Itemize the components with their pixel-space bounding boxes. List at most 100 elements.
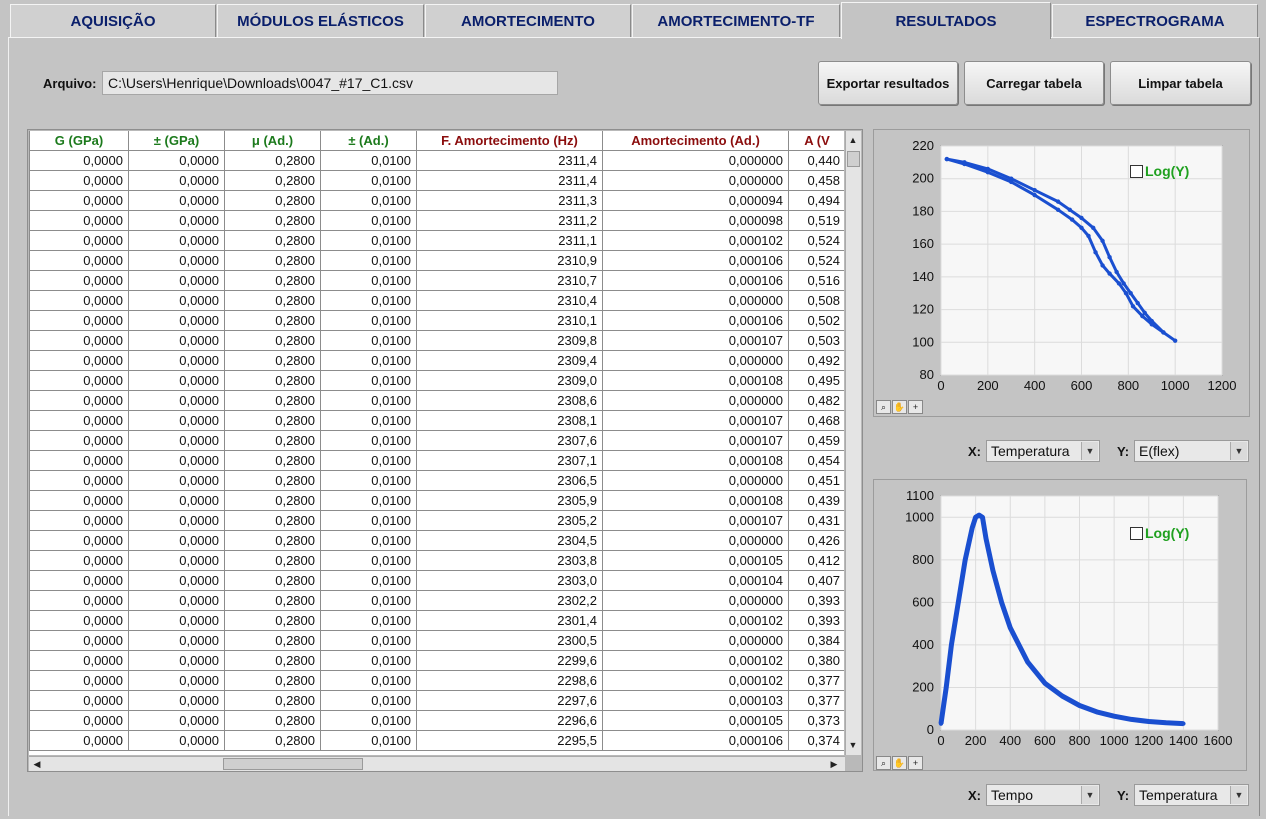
- scroll-up-arrow-icon[interactable]: ▲: [846, 133, 860, 147]
- table-row[interactable]: 0,0000 0,0000 0,2800 0,0100 2296,6 0,000105 0,…: [29, 711, 844, 731]
- pan-hand-icon[interactable]: ✋: [892, 756, 907, 770]
- table-cell: 0,000107: [603, 331, 789, 351]
- table-row[interactable]: 0,0000 0,0000 0,2800 0,0100 2309,8 0,000107 0,…: [29, 331, 844, 351]
- table-header-row: G (GPa) ± (GPa) μ (Ad.) ± (Ad.) F. Amortecim…: [29, 131, 844, 151]
- table-row[interactable]: 0,0000 0,0000 0,2800 0,0100 2310,1 0,000106 0,…: [29, 311, 844, 331]
- tab-espectrograma[interactable]: ESPECTROGRAMA: [1052, 4, 1258, 37]
- x-axis-select-top[interactable]: Temperatura ▼: [986, 440, 1100, 462]
- table-cell: 0,000108: [603, 451, 789, 471]
- table-cell: 0,000000: [603, 591, 789, 611]
- table-cell: 0,377: [789, 691, 844, 711]
- table-row[interactable]: 0,0000 0,0000 0,2800 0,0100 2299,6 0,000102 0,…: [29, 651, 844, 671]
- table-row[interactable]: 0,0000 0,0000 0,2800 0,0100 2311,2 0,000098 0,…: [29, 211, 844, 231]
- scroll-down-arrow-icon[interactable]: ▼: [846, 738, 860, 752]
- tab-modulos-elasticos[interactable]: MÓDULOS ELÁSTICOS: [217, 4, 424, 37]
- table-row[interactable]: 0,0000 0,0000 0,2800 0,0100 2303,8 0,000105 0,…: [29, 551, 844, 571]
- load-table-button[interactable]: Carregar tabela: [964, 61, 1104, 105]
- table-cell: 0,459: [789, 431, 844, 451]
- table-cell: 0,503: [789, 331, 844, 351]
- table-row[interactable]: 0,0000 0,0000 0,2800 0,0100 2308,6 0,000000 0,…: [29, 391, 844, 411]
- table-row[interactable]: 0,0000 0,0000 0,2800 0,0100 2301,4 0,000102 0,…: [29, 611, 844, 631]
- table-row[interactable]: 0,0000 0,0000 0,2800 0,0100 2305,9 0,000108 0,…: [29, 491, 844, 511]
- table-row[interactable]: 0,0000 0,0000 0,2800 0,0100 2311,1 0,000102 0,…: [29, 231, 844, 251]
- zoom-icon[interactable]: ⌕: [876, 400, 891, 414]
- table-row[interactable]: 0,0000 0,0000 0,2800 0,0100 2295,5 0,000106 0,…: [29, 731, 844, 751]
- table-horizontal-scrollbar[interactable]: ◀ ▶: [29, 756, 845, 771]
- table-cell: 0,0100: [321, 171, 417, 191]
- table-row[interactable]: 0,0000 0,0000 0,2800 0,0100 2310,7 0,000106 0,…: [29, 271, 844, 291]
- y-axis-select-bottom[interactable]: Temperatura ▼: [1134, 784, 1249, 806]
- table-cell: 2295,5: [417, 731, 603, 751]
- log-y-checkbox-top[interactable]: Log(Y): [1130, 163, 1189, 179]
- tab-resultados[interactable]: RESULTADOS: [841, 2, 1051, 39]
- table-cell: 0,384: [789, 631, 844, 651]
- table-row[interactable]: 0,0000 0,0000 0,2800 0,0100 2311,4 0,000000 0,…: [29, 171, 844, 191]
- chart-top[interactable]: 0 200 400 600 800 1000 1200 80 100 120 140 160 180 20…: [873, 129, 1250, 417]
- data-point: [1032, 187, 1037, 193]
- zoom-icon[interactable]: ⌕: [876, 756, 891, 770]
- table-vertical-scrollbar[interactable]: ▲ ▼: [845, 131, 861, 755]
- y-tick-label: 140: [912, 269, 934, 284]
- table-row[interactable]: 0,0000 0,0000 0,2800 0,0100 2298,6 0,000102 0,…: [29, 671, 844, 691]
- cursor-plus-icon[interactable]: +: [908, 756, 923, 770]
- table-cell: 0,0000: [129, 191, 225, 211]
- table-cell: 0,0100: [321, 571, 417, 591]
- data-point: [938, 721, 944, 726]
- pan-hand-icon[interactable]: ✋: [892, 400, 907, 414]
- y-axis-select-top[interactable]: E(flex) ▼: [1134, 440, 1249, 462]
- table-cell: 0,0100: [321, 691, 417, 711]
- table-row[interactable]: 0,0000 0,0000 0,2800 0,0100 2307,6 0,000107 0,…: [29, 431, 844, 451]
- table-row[interactable]: 0,0000 0,0000 0,2800 0,0100 2300,5 0,000000 0,…: [29, 631, 844, 651]
- results-table[interactable]: G (GPa) ± (GPa) μ (Ad.) ± (Ad.) F. Amortecim…: [29, 131, 844, 755]
- x-tick-label: 1000: [1100, 733, 1129, 748]
- file-path-field[interactable]: C:\Users\Henrique\Downloads\0047_#17_C1.…: [102, 71, 558, 95]
- chevron-down-icon: ▼: [1081, 786, 1098, 804]
- vertical-scroll-thumb[interactable]: [847, 151, 860, 167]
- table-row[interactable]: 0,0000 0,0000 0,2800 0,0100 2302,2 0,000000 0,…: [29, 591, 844, 611]
- table-cell: 0,2800: [225, 311, 321, 331]
- table-cell: 0,0000: [29, 211, 129, 231]
- table-row[interactable]: 0,0000 0,0000 0,2800 0,0100 2307,1 0,000108 0,…: [29, 451, 844, 471]
- table-row[interactable]: 0,0000 0,0000 0,2800 0,0100 2305,2 0,000107 0,…: [29, 511, 844, 531]
- table-cell: 0,000103: [603, 691, 789, 711]
- table-cell: 0,468: [789, 411, 844, 431]
- data-point: [1100, 263, 1105, 268]
- y-tick-label: 160: [912, 236, 934, 251]
- table-row[interactable]: 0,0000 0,0000 0,2800 0,0100 2304,5 0,000000 0,…: [29, 531, 844, 551]
- table-row[interactable]: 0,0000 0,0000 0,2800 0,0100 2297,6 0,000103 0,…: [29, 691, 844, 711]
- table-row[interactable]: 0,0000 0,0000 0,2800 0,0100 2303,0 0,000104 0,…: [29, 571, 844, 591]
- table-row[interactable]: 0,0000 0,0000 0,2800 0,0100 2306,5 0,000000 0,…: [29, 471, 844, 491]
- tab-amortecimento[interactable]: AMORTECIMENTO: [425, 4, 631, 37]
- table-row[interactable]: 0,0000 0,0000 0,2800 0,0100 2309,0 0,000108 0,…: [29, 371, 844, 391]
- table-cell: 0,2800: [225, 591, 321, 611]
- table-cell: 0,000105: [603, 551, 789, 571]
- file-label: Arquivo:: [43, 76, 97, 91]
- table-cell: 0,0000: [29, 411, 129, 431]
- table-row[interactable]: 0,0000 0,0000 0,2800 0,0100 2310,9 0,000106 0,…: [29, 251, 844, 271]
- table-cell: 0,2800: [225, 611, 321, 631]
- table-row[interactable]: 0,0000 0,0000 0,2800 0,0100 2310,4 0,000000 0,…: [29, 291, 844, 311]
- table-cell: 0,0000: [129, 531, 225, 551]
- tab-aquisicao[interactable]: AQUISIÇÃO: [10, 4, 216, 37]
- table-row[interactable]: 0,0000 0,0000 0,2800 0,0100 2309,4 0,000000 0,…: [29, 351, 844, 371]
- tab-amortecimento-tf[interactable]: AMORTECIMENTO-TF: [632, 4, 840, 37]
- data-point: [985, 166, 991, 172]
- horizontal-scroll-thumb[interactable]: [223, 758, 363, 770]
- cursor-plus-icon[interactable]: +: [908, 400, 923, 414]
- table-row[interactable]: 0,0000 0,0000 0,2800 0,0100 2311,4 0,000000 0,…: [29, 151, 844, 171]
- table-cell: 0,000102: [603, 611, 789, 631]
- table-cell: 0,000098: [603, 211, 789, 231]
- export-results-button[interactable]: Exportar resultados: [818, 61, 958, 105]
- scroll-left-arrow-icon[interactable]: ◀: [30, 757, 44, 771]
- chevron-down-icon: ▼: [1081, 442, 1098, 460]
- table-cell: 0,0100: [321, 671, 417, 691]
- scroll-right-arrow-icon[interactable]: ▶: [827, 757, 841, 771]
- table-row[interactable]: 0,0000 0,0000 0,2800 0,0100 2311,3 0,000094 0,…: [29, 191, 844, 211]
- clear-table-button[interactable]: Limpar tabela: [1110, 61, 1251, 105]
- log-y-checkbox-bottom[interactable]: Log(Y): [1130, 525, 1189, 541]
- table-cell: 0,377: [789, 671, 844, 691]
- table-row[interactable]: 0,0000 0,0000 0,2800 0,0100 2308,1 0,000107 0,…: [29, 411, 844, 431]
- table-cell: 0,374: [789, 731, 844, 751]
- x-axis-select-bottom[interactable]: Tempo ▼: [986, 784, 1100, 806]
- chart-bottom[interactable]: 0 200 400 600 800 1000 1200 1400 1600 0 200 400 600 8…: [873, 479, 1247, 771]
